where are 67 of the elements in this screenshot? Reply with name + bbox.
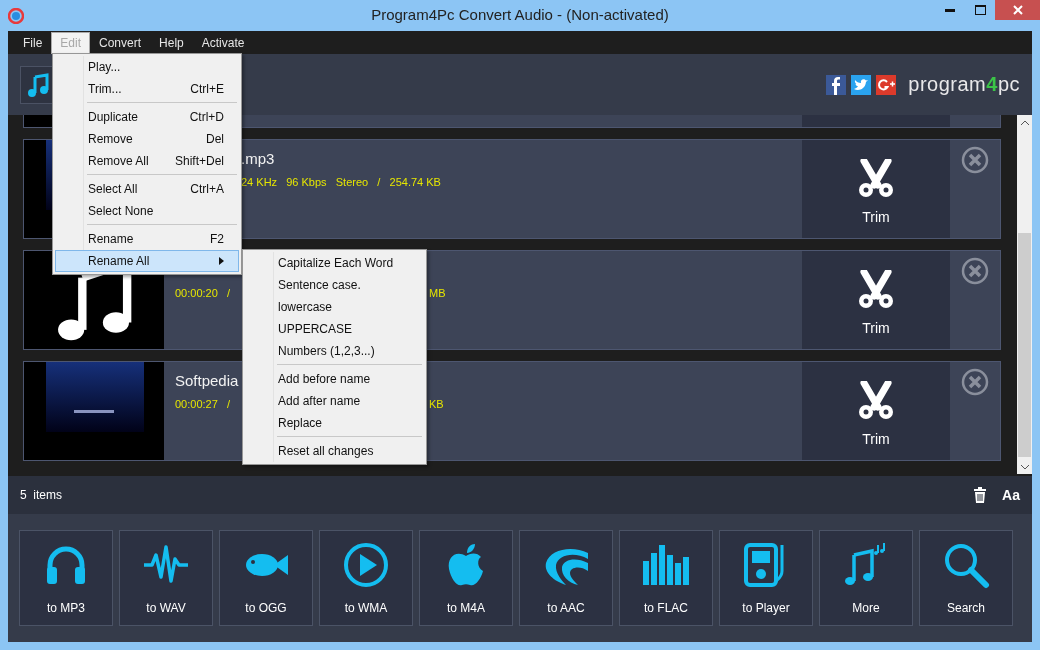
remove-icon[interactable] xyxy=(961,146,989,174)
convert-button[interactable]: More xyxy=(819,530,913,626)
menu-item[interactable]: Duplicate Ctrl+D xyxy=(55,106,239,128)
file-size: MB xyxy=(429,287,447,299)
trim-button[interactable]: Trim xyxy=(802,251,950,349)
close-icon xyxy=(1012,5,1023,15)
trim-button[interactable]: Trim xyxy=(802,140,950,238)
convert-button[interactable]: to OGG xyxy=(219,530,313,626)
scissors-icon xyxy=(856,270,896,310)
menu-item[interactable]: Capitalize Each Word xyxy=(245,252,424,274)
menu-item[interactable]: lowercase xyxy=(245,296,424,318)
scissors-icon xyxy=(856,381,896,421)
menu-item[interactable]: Add after name xyxy=(245,390,424,412)
brand-logo: program4pc xyxy=(908,73,1020,96)
menu-item[interactable]: UPPERCASE xyxy=(245,318,424,340)
search-icon xyxy=(942,541,990,589)
menu-item[interactable]: Replace xyxy=(245,412,424,434)
convert-button[interactable]: to WAV xyxy=(119,530,213,626)
menu-item[interactable]: Remove All Shift+Del xyxy=(55,150,239,172)
minimize-icon xyxy=(945,8,955,12)
google-plus-icon[interactable] xyxy=(876,74,897,95)
convert-button[interactable]: Search xyxy=(919,530,1013,626)
app-icon xyxy=(8,7,24,24)
convert-button[interactable]: to WMA xyxy=(319,530,413,626)
scroll-up-icon[interactable] xyxy=(1020,119,1029,125)
window-title: Program4Pc Convert Audio - (Non-activated) xyxy=(371,6,669,23)
convert-button[interactable]: to M4A xyxy=(419,530,513,626)
scroll-down-icon[interactable] xyxy=(1020,464,1029,470)
item-count: 5 items xyxy=(20,488,62,502)
facebook-icon[interactable] xyxy=(826,74,847,95)
shortcut-label: Shift+Del xyxy=(173,154,224,168)
menu-item[interactable]: Select None xyxy=(55,200,239,222)
convert-button[interactable]: to Player xyxy=(719,530,813,626)
file-name: Softpedia xyxy=(175,372,239,391)
convert-button[interactable]: to AAC xyxy=(519,530,613,626)
menu-item[interactable]: Select All Ctrl+A xyxy=(55,178,239,200)
font-button[interactable]: Aa xyxy=(1002,487,1020,503)
file-duration: 00:00:27 / xyxy=(175,398,232,410)
scrollbar[interactable] xyxy=(1017,115,1032,474)
shortcut-label: Ctrl+A xyxy=(189,182,224,196)
shortcut-label: Ctrl+D xyxy=(188,110,224,124)
convert-button[interactable]: to MP3 xyxy=(19,530,113,626)
file-name: .mp3 xyxy=(241,150,275,169)
menu-item[interactable]: Add before name xyxy=(245,368,424,390)
menu-bar-item[interactable]: Help xyxy=(150,32,193,54)
menu-item[interactable]: Rename All xyxy=(55,250,239,272)
menu-item[interactable]: Trim... Ctrl+E xyxy=(55,78,239,100)
shortcut-label: Ctrl+E xyxy=(189,82,224,96)
menu-bar-item[interactable]: Activate xyxy=(192,32,254,54)
play-icon xyxy=(342,541,390,589)
menu-bar-item[interactable]: Convert xyxy=(90,32,151,54)
trash-icon[interactable] xyxy=(974,487,987,503)
file-details: 24 KHz 96 Kbps Stereo / 254.74 KB xyxy=(241,176,442,188)
trim-button[interactable]: Trim xyxy=(802,362,950,460)
menu-item[interactable]: Sentence case. xyxy=(245,274,424,296)
scissors-icon xyxy=(856,159,896,199)
twitter-icon[interactable] xyxy=(851,74,872,95)
close-button[interactable] xyxy=(995,0,1040,20)
menu-item[interactable]: Play... xyxy=(55,56,239,78)
menu-bar-item[interactable]: File xyxy=(14,32,52,54)
convert-button[interactable]: to FLAC xyxy=(619,530,713,626)
menu-item[interactable]: Reset all changes xyxy=(245,440,424,462)
remove-icon[interactable] xyxy=(961,368,989,396)
file-size: KB xyxy=(429,398,445,410)
file-duration: 00:00:20 / xyxy=(175,287,232,299)
remove-icon[interactable] xyxy=(961,257,989,285)
maximize-icon xyxy=(974,5,986,15)
